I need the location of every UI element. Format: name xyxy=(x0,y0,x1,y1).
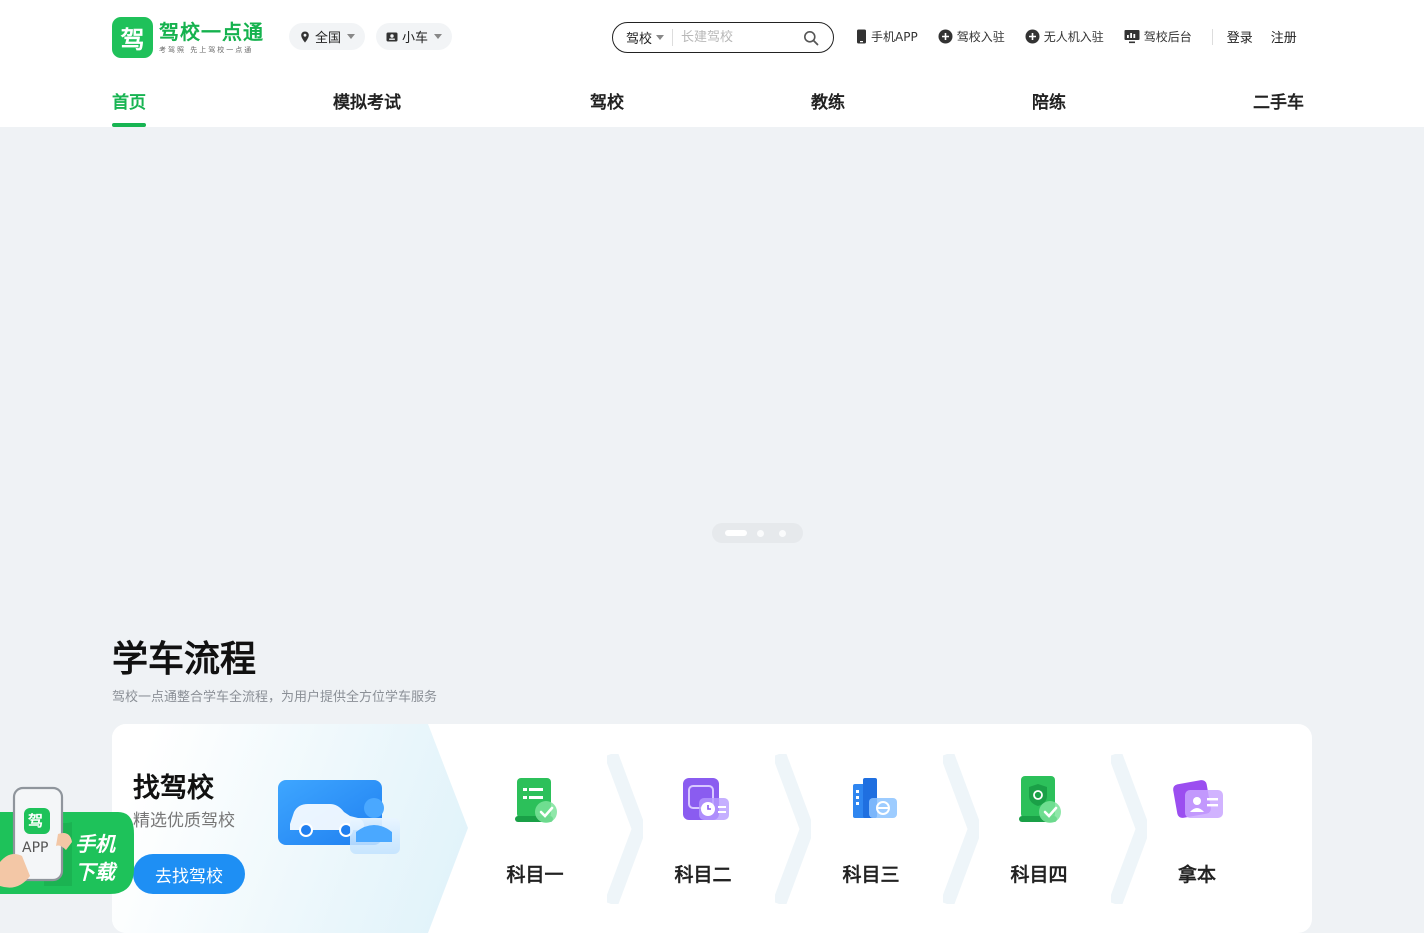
car-id-icon xyxy=(386,32,398,41)
nav-tab-coach[interactable]: 教练 xyxy=(811,88,845,127)
header: 驾 驾校一点通 考驾照 先上驾校一点通 全国 小车 驾校 手机APP 驾校入驻 xyxy=(0,0,1424,127)
logo-title: 驾校一点通 xyxy=(159,19,264,44)
logo[interactable]: 驾 驾校一点通 考驾照 先上驾校一点通 xyxy=(112,17,264,58)
location-pin-icon xyxy=(301,31,309,42)
find-school-panel: 找驾校 精选优质驾校 去找驾校 xyxy=(112,724,468,933)
step-label: 科目三 xyxy=(842,864,900,886)
app-download-line1: 手机 xyxy=(75,832,115,856)
toplink-mobile-app[interactable]: 手机APP xyxy=(856,28,918,45)
phone-icon xyxy=(857,29,866,44)
toplink-label: 驾校入驻 xyxy=(956,30,1005,44)
app-download-line2: 下载 xyxy=(75,860,115,884)
search-icon[interactable] xyxy=(803,30,819,46)
toplink-label: 手机APP xyxy=(871,30,918,44)
nav-tab-practice[interactable]: 陪练 xyxy=(1032,88,1066,127)
city-road-icon xyxy=(853,778,897,818)
chevron-right-icon xyxy=(1111,754,1147,904)
divider xyxy=(672,29,674,46)
step-label: 拿本 xyxy=(1177,864,1216,886)
logo-mark: 驾 xyxy=(112,17,153,58)
toplink-school-join[interactable]: 驾校入驻 xyxy=(938,28,1005,45)
login-link[interactable]: 登录 xyxy=(1227,27,1253,46)
carousel-dot[interactable] xyxy=(779,529,786,537)
step-label: 科目一 xyxy=(506,864,564,886)
car-card-icon xyxy=(278,780,400,854)
search-type-selector[interactable]: 驾校 xyxy=(626,28,665,47)
search-type-label: 驾校 xyxy=(626,32,653,47)
car-type-label: 小车 xyxy=(402,31,429,46)
step-get-license[interactable]: 拿本 xyxy=(1157,772,1237,887)
chevron-right-icon xyxy=(607,754,643,904)
step-subject-two[interactable]: 科目二 xyxy=(663,772,743,887)
nav-tab-home[interactable]: 首页 xyxy=(112,88,146,127)
toplink-drone-join[interactable]: 无人机入驻 xyxy=(1025,28,1104,45)
section-subtitle: 驾校一点通整合学车全流程，为用户提供全方位学车服务 xyxy=(112,690,438,705)
chevron-down-icon xyxy=(347,34,356,39)
search-box: 驾校 xyxy=(612,22,834,53)
timer-card-icon xyxy=(683,778,729,820)
carousel-dot-active[interactable] xyxy=(725,530,747,536)
learning-process-card: 找驾校 精选优质驾校 去找驾校 科目一 科目二 科目三 科目四 拿本 xyxy=(112,724,1312,933)
nav-tab-mock-exam[interactable]: 模拟考试 xyxy=(333,88,401,127)
exam-list-icon xyxy=(515,778,557,823)
carousel-indicator xyxy=(712,523,803,543)
nav-tab-driving-school[interactable]: 驾校 xyxy=(590,88,624,127)
toplink-label: 无人机入驻 xyxy=(1043,30,1104,44)
find-school-subtitle: 精选优质驾校 xyxy=(133,811,235,831)
step-label: 科目四 xyxy=(1010,864,1068,886)
chevron-right-icon xyxy=(943,754,979,904)
chart-icon xyxy=(1124,30,1140,44)
region-selector[interactable]: 全国 xyxy=(289,23,366,50)
license-card-icon xyxy=(1173,780,1223,818)
toplink-label: 驾校后台 xyxy=(1143,30,1192,44)
step-subject-one[interactable]: 科目一 xyxy=(495,772,575,887)
plus-circle-icon xyxy=(1025,29,1040,44)
divider xyxy=(1211,28,1213,45)
logo-slogan: 考驾照 先上驾校一点通 xyxy=(159,45,254,54)
find-school-button[interactable]: 去找驾校 xyxy=(133,854,245,894)
step-subject-four[interactable]: 科目四 xyxy=(999,772,1079,887)
region-label: 全国 xyxy=(315,31,342,46)
section-title: 学车流程 xyxy=(112,639,257,680)
chevron-down-icon xyxy=(656,35,665,40)
register-link[interactable]: 注册 xyxy=(1271,27,1297,46)
app-badge-label: APP xyxy=(22,840,49,856)
search-input[interactable] xyxy=(681,30,792,45)
app-logo-mark: 驾 xyxy=(28,812,44,830)
plus-circle-icon xyxy=(938,29,953,44)
car-type-selector[interactable]: 小车 xyxy=(376,23,453,50)
step-label: 科目二 xyxy=(674,864,732,886)
top-links: 手机APP 驾校入驻 无人机入驻 驾校后台 登录 注册 xyxy=(856,27,1297,46)
main-nav: 首页 模拟考试 驾校 教练 陪练 二手车 xyxy=(0,88,1424,127)
shield-check-icon xyxy=(1019,776,1061,823)
chevron-right-icon xyxy=(775,754,811,904)
nav-tab-used-car[interactable]: 二手车 xyxy=(1253,88,1304,127)
find-school-title: 找驾校 xyxy=(133,773,214,804)
app-download-float[interactable]: 驾 APP 手机 下载 xyxy=(0,786,134,898)
carousel-dot[interactable] xyxy=(757,529,764,537)
toplink-school-admin[interactable]: 驾校后台 xyxy=(1124,28,1192,45)
step-subject-three[interactable]: 科目三 xyxy=(831,772,911,887)
chevron-down-icon xyxy=(434,34,443,39)
